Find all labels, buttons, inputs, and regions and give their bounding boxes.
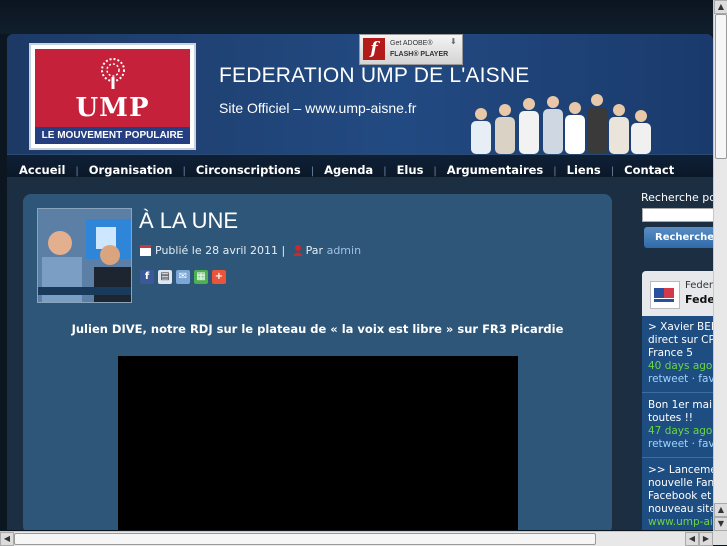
tweet-text: nouvelle Fan <box>648 477 713 489</box>
tweet-text: direct sur CP <box>648 334 713 346</box>
nav-separator: | <box>383 166 387 177</box>
calendar-icon <box>140 245 151 256</box>
twitter-avatar[interactable] <box>650 281 680 309</box>
author-link[interactable]: admin <box>327 244 361 257</box>
print-icon[interactable]: ▤ <box>158 270 172 284</box>
nav-separator: | <box>433 166 437 177</box>
nav-separator: | <box>553 166 557 177</box>
facebook-icon[interactable]: f <box>140 270 154 284</box>
horizontal-scroll-thumb[interactable] <box>14 533 596 545</box>
site-title: FEDERATION UMP DE L'AISNE <box>219 64 530 87</box>
scroll-left-icon[interactable]: ◀ <box>0 532 14 546</box>
nav-item-circonscriptions[interactable]: Circonscriptions <box>196 163 301 177</box>
tweet-text: Bon 1er mai <box>648 399 712 411</box>
search-button[interactable]: Recherche <box>644 227 713 248</box>
scroll-up-icon[interactable]: ▲ <box>714 503 727 517</box>
twitter-name: Feder <box>685 280 713 291</box>
delicious-icon[interactable]: ▦ <box>194 270 208 284</box>
tweet-item: >> Lanceme nouvelle Fan Facebook et nouv… <box>648 464 713 529</box>
nav-item-elus[interactable]: Elus <box>397 163 424 177</box>
twitter-widget: Feder Fede > Xavier BER direct sur CP Fr… <box>642 271 713 530</box>
scrollbar-corner <box>713 531 727 545</box>
nav-separator: | <box>182 166 186 177</box>
tweet-divider <box>642 457 713 458</box>
site-subtitle: Site Officiel – www.ump-aisne.fr <box>219 100 417 116</box>
scroll-right-icon[interactable]: ▶ <box>699 532 713 546</box>
tweet-text: toutes !! <box>648 412 693 424</box>
twitter-header: Feder Fede <box>642 271 713 316</box>
search-input[interactable] <box>642 208 713 222</box>
logo-tagline: LE MOUVEMENT POPULAIRE <box>35 127 190 144</box>
logo-text: UMP <box>75 93 150 123</box>
email-icon[interactable]: ✉ <box>176 270 190 284</box>
tweet-text: nouveau site <box>648 503 713 515</box>
ump-logo[interactable]: UMP LE MOUVEMENT POPULAIRE <box>29 43 196 150</box>
video-player[interactable] <box>118 356 518 530</box>
published-date: Publié le 28 avril 2011 | <box>155 244 286 257</box>
nav-separator: | <box>75 166 79 177</box>
group-photo <box>471 94 651 154</box>
download-arrow-icon: ⬇ <box>450 37 457 46</box>
post-thumbnail[interactable] <box>37 208 132 303</box>
post-title: À LA UNE <box>139 208 239 233</box>
tree-icon <box>101 58 125 89</box>
tweet-item: > Xavier BER direct sur CP France 5 40 d… <box>648 321 713 386</box>
sidebar: Recherche po Recherche Feder Fede > Xavi… <box>641 34 713 530</box>
share-icons: f ▤ ✉ ▦ + <box>140 264 230 284</box>
horizontal-scrollbar[interactable]: ◀ ◀ ▶ <box>0 531 713 546</box>
tweet-actions[interactable]: retweet · fav <box>648 373 713 386</box>
post-headline: Julien DIVE, notre RDJ sur le plateau de… <box>71 322 564 336</box>
post-meta: Publié le 28 avril 2011 | Par admin <box>140 244 361 257</box>
scroll-up-icon[interactable]: ▲ <box>714 0 727 14</box>
tweet-text: > Xavier BER <box>648 321 713 333</box>
main-nav: Accueil | Organisation | Circonscriptions | Ag… <box>7 154 713 177</box>
nav-item-accueil[interactable]: Accueil <box>19 163 65 177</box>
flash-icon: f <box>363 38 385 60</box>
nav-item-agenda[interactable]: Agenda <box>324 163 373 177</box>
vertical-scrollbar[interactable]: ▲ ▲ ▼ <box>713 0 727 531</box>
tweet-divider <box>642 392 713 393</box>
tweet-time[interactable]: 47 days ago <box>648 425 713 438</box>
tweet-link[interactable]: www.ump-ai <box>648 516 713 529</box>
tweet-time[interactable]: 40 days ago <box>648 360 713 373</box>
tweet-text: Facebook et <box>648 490 712 502</box>
tweet-actions[interactable]: retweet · fav <box>648 438 713 451</box>
scroll-down-icon[interactable]: ▼ <box>714 517 727 531</box>
top-strip <box>0 0 713 34</box>
thumbnail-image <box>38 209 131 302</box>
site-header: UMP LE MOUVEMENT POPULAIRE f Get ADOBE® … <box>7 34 713 154</box>
nav-item-argumentaires[interactable]: Argumentaires <box>447 163 543 177</box>
tweet-text: >> Lanceme <box>648 464 713 476</box>
by-label: Par <box>305 244 324 257</box>
tweet-item: Bon 1er mai toutes !! 47 days ago retwee… <box>648 399 713 451</box>
nav-item-organisation[interactable]: Organisation <box>89 163 173 177</box>
logo-red-block: UMP <box>35 49 190 127</box>
flash-line1: Get ADOBE® <box>390 40 433 47</box>
nav-item-liens[interactable]: Liens <box>567 163 601 177</box>
flash-line2: FLASH® PLAYER <box>390 51 449 58</box>
twitter-handle[interactable]: Fede <box>685 293 713 306</box>
flash-player-banner[interactable]: f Get ADOBE® FLASH® PLAYER ⬇ <box>359 34 463 65</box>
main-content: À LA UNE Publié le 28 avril 2011 | Par a… <box>23 194 612 530</box>
add-share-icon[interactable]: + <box>212 270 226 284</box>
scroll-left-icon[interactable]: ◀ <box>685 532 699 546</box>
nav-separator: | <box>310 166 315 177</box>
search-label: Recherche po <box>641 191 713 204</box>
user-icon <box>292 245 303 256</box>
page-container: UMP LE MOUVEMENT POPULAIRE f Get ADOBE® … <box>7 34 713 530</box>
vertical-scroll-thumb[interactable] <box>715 14 727 159</box>
nav-separator: | <box>610 166 615 177</box>
tweet-text: France 5 <box>648 347 693 359</box>
